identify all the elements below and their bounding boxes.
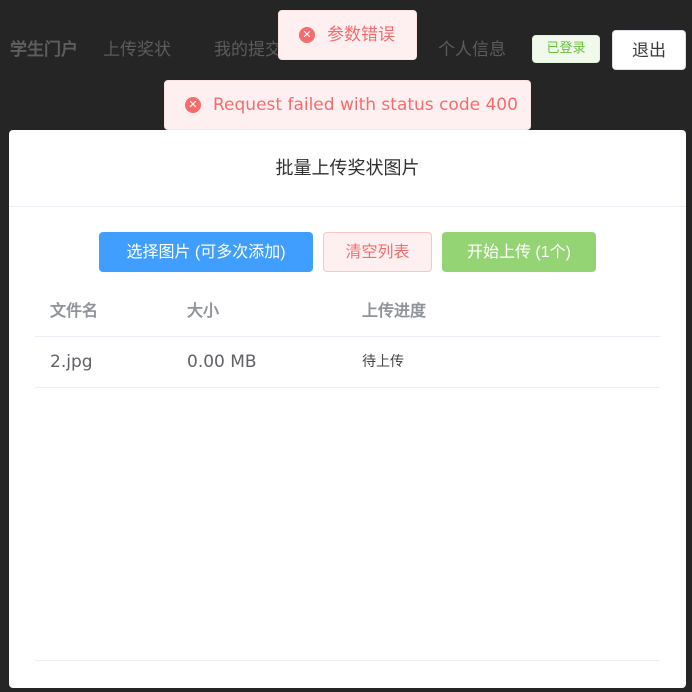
logout-button[interactable]: 退出 [612, 30, 686, 70]
table-row: 2.jpg 0.00 MB 待上传 [35, 337, 660, 388]
login-status-badge: 已登录 [532, 35, 600, 63]
cell-progress: 待上传 [362, 354, 404, 370]
batch-upload-dialog: 批量上传奖状图片 选择图片 (可多次添加) 清空列表 开始上传 (1个) 文件名… [9, 130, 686, 688]
cell-filename: 2.jpg [50, 352, 93, 372]
error-toast-request: ✕ Request failed with status code 400 [164, 80, 531, 130]
error-circle-icon: ✕ [299, 27, 315, 43]
nav-item-upload-certificate[interactable]: 上传奖状 [103, 38, 171, 62]
page: 学生门户 上传奖状 我的提交 个人信息 已登录 退出 批量上传奖状图片 选择图片… [0, 0, 692, 692]
brand-title: 学生门户 [10, 40, 78, 60]
dialog-title: 批量上传奖状图片 [275, 158, 420, 179]
toast-message: Request failed with status code 400 [213, 95, 518, 115]
nav-item-profile[interactable]: 个人信息 [438, 38, 506, 62]
cell-size: 0.00 MB [187, 352, 257, 372]
error-toast-params: ✕ 参数错误 [278, 10, 417, 60]
error-circle-icon: ✕ [185, 97, 201, 113]
toast-message: 参数错误 [327, 25, 395, 45]
nav-item-my-submissions[interactable]: 我的提交 [214, 38, 282, 62]
file-table: 文件名 大小 上传进度 2.jpg 0.00 MB 待上传 [35, 286, 660, 388]
table-header-row: 文件名 大小 上传进度 [35, 286, 660, 337]
header-progress: 上传进度 [362, 301, 427, 320]
select-images-button[interactable]: 选择图片 (可多次添加) [99, 232, 313, 272]
clear-list-button[interactable]: 清空列表 [323, 232, 432, 272]
header-size: 大小 [187, 301, 220, 320]
dialog-header: 批量上传奖状图片 [9, 130, 686, 207]
header-filename: 文件名 [50, 301, 99, 320]
table-bottom-divider [35, 660, 660, 661]
start-upload-button[interactable]: 开始上传 (1个) [442, 232, 596, 272]
